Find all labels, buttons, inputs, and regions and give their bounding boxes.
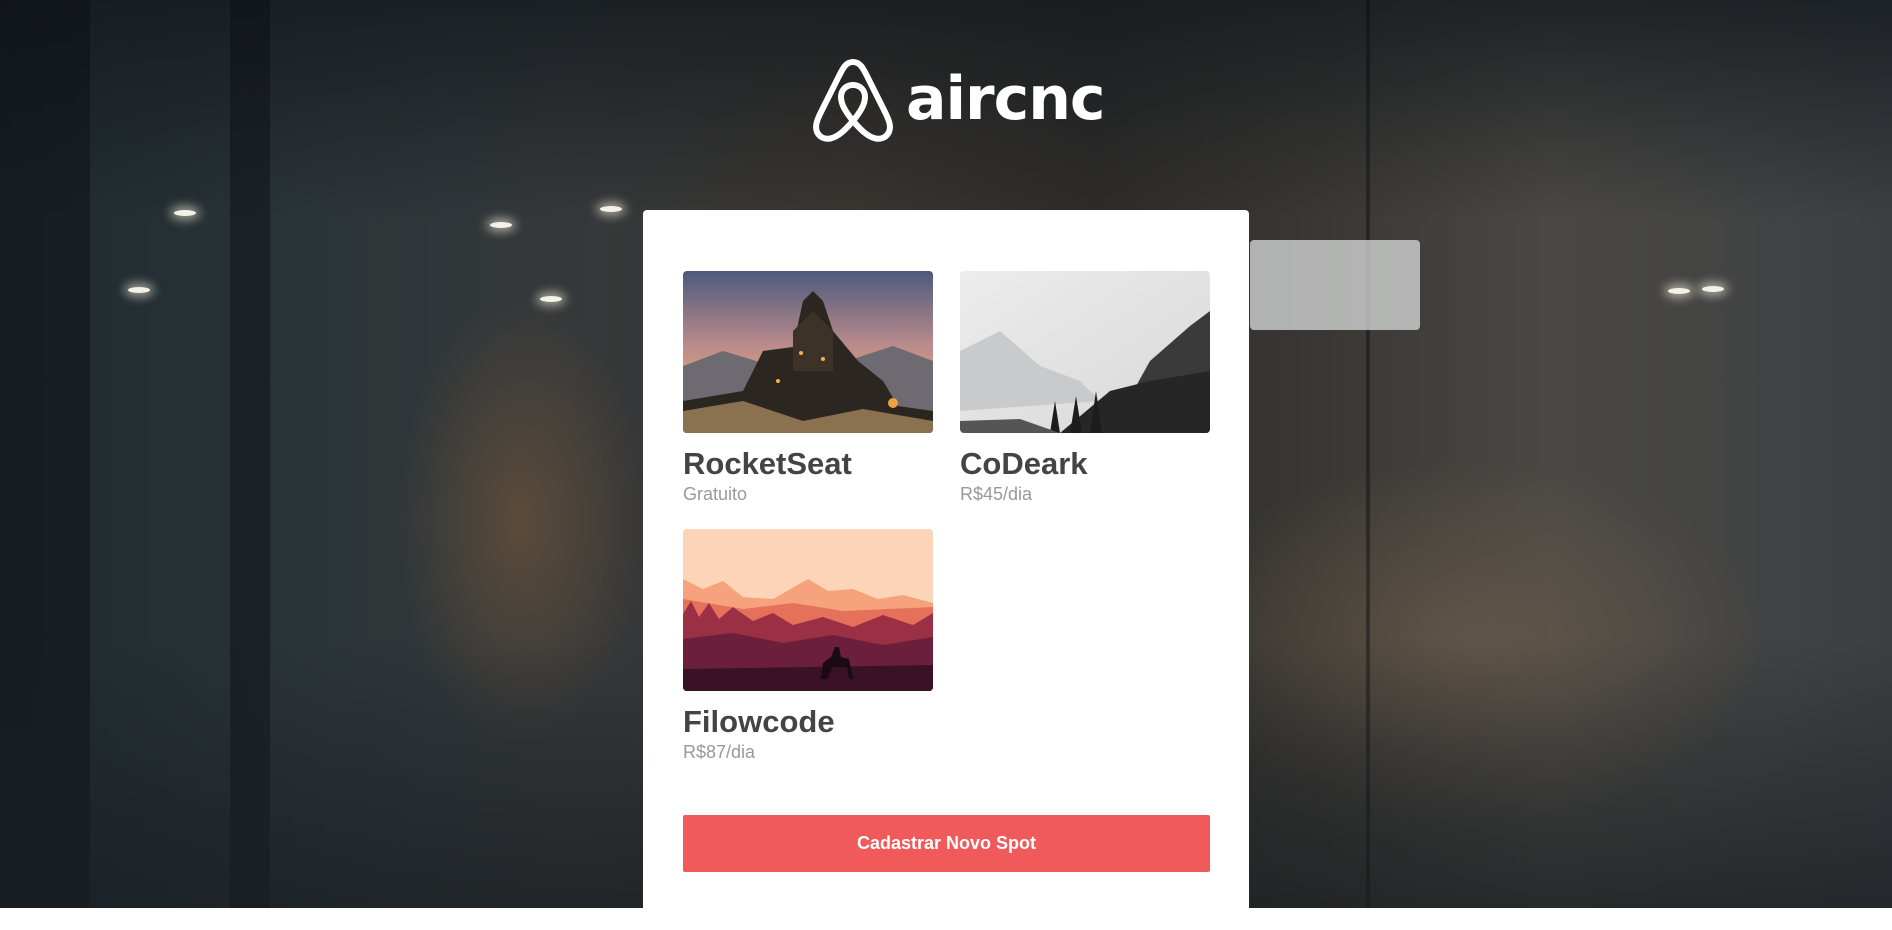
ceiling-light bbox=[540, 296, 562, 302]
spot-card[interactable]: CoDeark R$45/dia bbox=[960, 271, 1210, 505]
spot-price: R$87/dia bbox=[683, 742, 756, 762]
ceiling-light bbox=[128, 287, 150, 293]
brand-name: aircnc bbox=[906, 64, 1105, 134]
ceiling-light bbox=[600, 206, 622, 212]
spot-card[interactable]: RocketSeat Gratuito bbox=[683, 271, 933, 505]
background-air-conditioner bbox=[1250, 240, 1420, 330]
ceiling-light bbox=[174, 210, 196, 216]
ceiling-light bbox=[490, 222, 512, 228]
ceiling-light bbox=[1702, 286, 1724, 292]
airbnb-belo-icon bbox=[813, 59, 893, 142]
sunset-rider-thumbnail bbox=[683, 529, 933, 691]
spot-name: RocketSeat bbox=[683, 446, 852, 481]
ceiling-light bbox=[1668, 288, 1690, 294]
spot-price: R$45/dia bbox=[960, 484, 1033, 504]
spot-name: Filowcode bbox=[683, 704, 835, 739]
castle-landscape-thumbnail bbox=[683, 271, 933, 433]
spot-card[interactable]: Filowcode R$87/dia bbox=[683, 529, 933, 763]
foggy-mountains-thumbnail bbox=[960, 271, 1210, 433]
spot-list: RocketSeat Gratuito CoDeark R$45/dia Fil… bbox=[683, 271, 1210, 763]
spot-name: CoDeark bbox=[960, 446, 1088, 481]
spot-price: Gratuito bbox=[683, 484, 748, 504]
new-spot-button[interactable]: Cadastrar Novo Spot bbox=[683, 815, 1210, 872]
brand-logo: aircnc bbox=[812, 56, 1105, 142]
spots-panel: RocketSeat Gratuito CoDeark R$45/dia Fil… bbox=[643, 210, 1249, 930]
